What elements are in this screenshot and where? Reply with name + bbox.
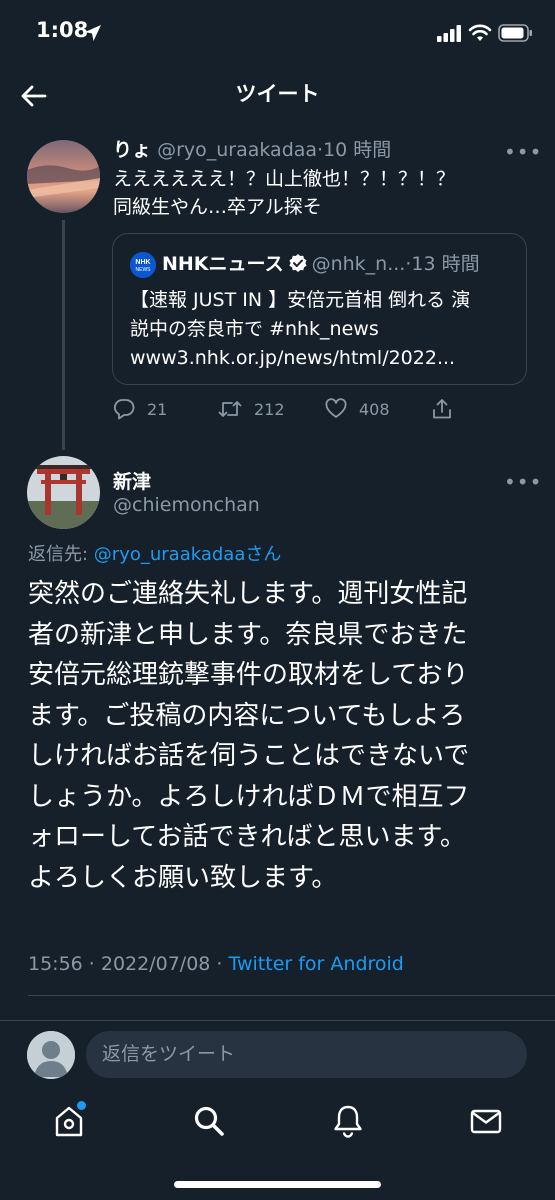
parent-tweet-text-line: ええええええ！？山上徹也！？！？！？: [113, 168, 456, 190]
quoted-tweet-handle: @nhk_n...: [311, 253, 406, 275]
parent-tweet-name[interactable]: りょ: [113, 139, 151, 161]
retweet-count: 212: [254, 399, 285, 419]
page-title: ツイート: [235, 82, 320, 106]
home-indicator: [174, 1181, 381, 1188]
main-tweet-text-line: 者の新津と申します。奈良県でおきた: [28, 619, 468, 650]
parent-tweet-avatar[interactable]: [27, 140, 100, 213]
status-time: 1:08: [36, 18, 89, 42]
share-button[interactable]: [431, 398, 453, 420]
like-count: 408: [359, 399, 390, 419]
quoted-tweet-text-line: 説中の奈良市で #nhk_news: [130, 318, 379, 340]
main-tweet-text: 突然のご連絡失礼します。週刊女性記 者の新津と申します。奈良県でおきた 安倍元総…: [28, 574, 533, 898]
main-tweet-text-line: 突然のご連絡失礼します。週刊女性記: [28, 579, 468, 609]
reply-icon: [113, 399, 135, 420]
search-icon[interactable]: [191, 1103, 227, 1139]
quoted-tweet-text: 【速報 JUST IN 】安倍元首相 倒れる 演 説中の奈良市で #nhk_ne…: [130, 286, 510, 373]
main-tweet-more-icon[interactable]: •••: [504, 470, 542, 494]
thread-connector-line: [62, 220, 65, 450]
reply-to-suffix: さん: [245, 544, 282, 565]
like-button[interactable]: 408: [325, 398, 390, 420]
quoted-tweet-header: NHKニュース @nhk_n...·13 時間: [162, 250, 480, 281]
tweet-timestamp-row: 15:56 · 2022/07/08 · Twitter for Android: [28, 953, 404, 975]
verified-badge-icon: [288, 253, 308, 281]
location-arrow-icon: [85, 25, 101, 41]
svg-text:NHK: NHK: [135, 259, 150, 266]
quoted-tweet-time: 13 時間: [411, 253, 480, 275]
main-tweet-text-line: よろしくお願い致します。: [28, 862, 338, 893]
main-tweet-name[interactable]: 新津: [113, 467, 151, 494]
battery-icon: [498, 24, 532, 42]
reply-to-handle-link[interactable]: @ryo_uraakadaa: [94, 544, 246, 565]
reply-input[interactable]: 返信をツイート: [86, 1031, 527, 1078]
cellular-signal-icon: [437, 25, 461, 42]
svg-text:NEWS: NEWS: [136, 267, 152, 273]
parent-tweet-text: ええええええ！？山上徹也！？！？！？ 同級生やん…卒アル探そ: [113, 165, 533, 221]
main-tweet-text-line: しょうか。よろしければＤＭで相互フ: [28, 781, 470, 812]
main-tweet-text-line: ォローしてお話できればと思います。: [28, 822, 466, 852]
main-tweet-avatar[interactable]: [27, 456, 100, 529]
main-tweet-text-line: ます。ご投稿の内容についてもしよろ: [28, 700, 466, 731]
tweet-source-link[interactable]: Twitter for Android: [229, 953, 404, 975]
main-tweet-text-line: しければお話を伺うことはできないで: [28, 741, 470, 771]
reply-to-prefix: 返信先:: [28, 544, 94, 565]
reply-context: 返信先: @ryo_uraakadaaさん: [28, 540, 281, 566]
parent-tweet-header: りょ @ryo_uraakadaa·10 時間: [113, 137, 391, 163]
user-avatar[interactable]: [27, 1031, 75, 1079]
quoted-tweet-text-line: www3.nhk.or.jp/news/html/2022...: [130, 347, 456, 369]
tweet-timestamp: 15:56 · 2022/07/08 ·: [28, 953, 229, 975]
parent-tweet-text-line: 同級生やん…卒アル探そ: [113, 196, 322, 218]
main-tweet-handle[interactable]: @chiemonchan: [113, 494, 260, 516]
retweet-button[interactable]: 212: [218, 398, 285, 420]
quoted-tweet-text-line: 【速報 JUST IN 】安倍元首相 倒れる 演: [130, 289, 471, 311]
main-tweet-text-line: 安倍元総理銃撃事件の取材をしており: [28, 660, 469, 690]
reply-count: 21: [147, 399, 168, 419]
quoted-tweet-name: NHKニュース: [162, 253, 284, 275]
parent-tweet-handle[interactable]: @ryo_uraakadaa: [157, 139, 317, 161]
parent-tweet-more-icon[interactable]: •••: [504, 140, 542, 164]
divider: [28, 995, 555, 996]
nhk-logo-icon: NHK NEWS: [130, 252, 156, 278]
share-icon: [433, 399, 451, 419]
heart-icon: [325, 398, 347, 418]
wifi-icon: [468, 24, 492, 41]
retweet-icon: [218, 401, 242, 417]
messages-icon[interactable]: [468, 1103, 504, 1139]
notifications-icon[interactable]: [330, 1103, 366, 1139]
reply-button[interactable]: 21: [113, 398, 167, 420]
parent-tweet-time: 10 時間: [323, 139, 392, 161]
home-notification-dot: [77, 1101, 86, 1110]
